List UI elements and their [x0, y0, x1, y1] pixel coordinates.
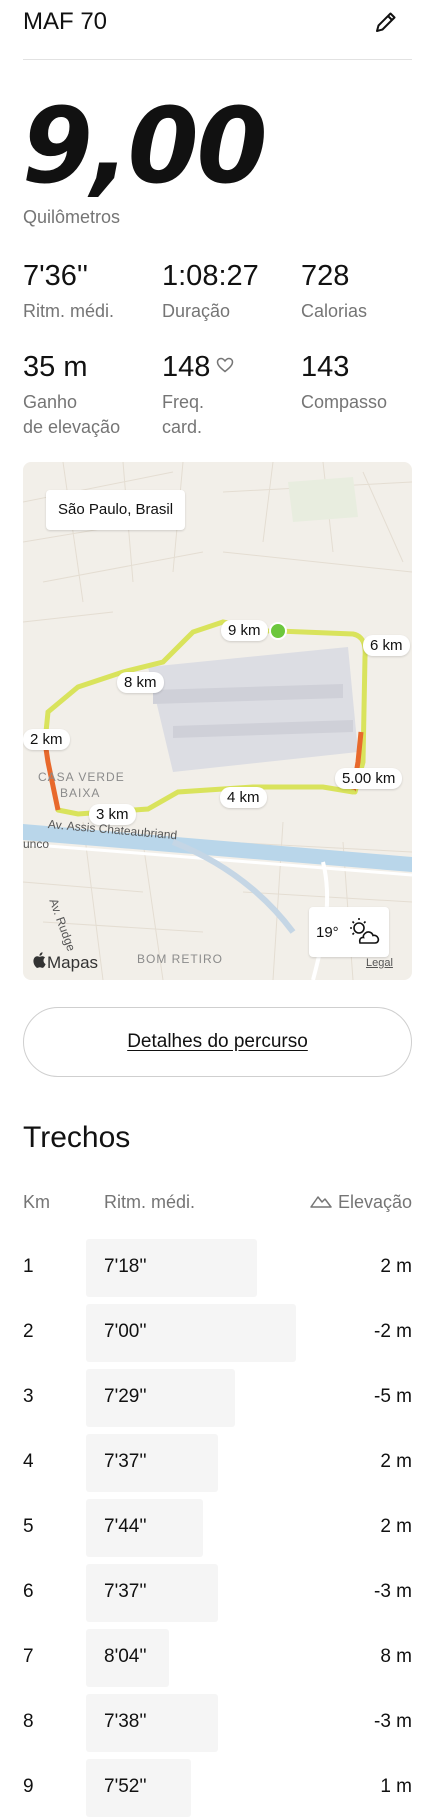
stat-label-line2: card. — [162, 417, 203, 437]
activity-title: MAF 70 — [23, 8, 108, 35]
split-elevation: 2 m — [380, 1256, 412, 1277]
apple-maps-logo: Mapas — [32, 952, 98, 973]
split-elevation: 2 m — [380, 1516, 412, 1537]
stat-duration: 1:08:27 Duração — [162, 262, 259, 324]
table-row[interactable]: 5 7'44'' 2 m — [0, 1499, 435, 1557]
split-pace: 7'37'' — [104, 1451, 147, 1472]
split-km: 3 — [23, 1386, 34, 1407]
table-row[interactable]: 4 7'37'' 2 m — [0, 1434, 435, 1492]
route-details-button[interactable]: Detalhes do percurso — [23, 1007, 412, 1077]
mountain-icon — [310, 1192, 332, 1213]
stat-calories: 728 Calorias — [301, 262, 367, 324]
stat-value: 143 — [301, 351, 350, 383]
split-pace: 7'29'' — [104, 1386, 147, 1407]
stat-label: Duração — [162, 301, 231, 321]
split-pace: 7'18'' — [104, 1256, 147, 1277]
edit-pencil-icon[interactable] — [372, 8, 400, 36]
map-marker-4km: 4 km — [220, 787, 267, 808]
map-marker-8km: 8 km — [117, 672, 164, 693]
split-pace: 7'37'' — [104, 1581, 147, 1602]
split-km: 8 — [23, 1711, 34, 1732]
distance-unit: Quilômetros — [23, 207, 121, 227]
weather-temp: 19° — [316, 924, 339, 941]
table-row[interactable]: 8 7'38'' -3 m — [0, 1694, 435, 1752]
stat-label-line2: de elevação — [23, 417, 121, 437]
col-elevation-header: Elevação — [310, 1192, 412, 1213]
map-brand: Mapas — [47, 952, 99, 972]
stat-label: Compasso — [301, 392, 388, 412]
table-row[interactable]: 1 7'18'' 2 m — [0, 1239, 435, 1297]
stat-label-line1: Freq. — [162, 392, 205, 412]
col-km-header: Km — [23, 1192, 50, 1212]
split-pace: 7'38'' — [104, 1711, 147, 1732]
stat-label: Ritm. médi. — [23, 301, 115, 321]
partly-cloudy-icon — [347, 917, 381, 952]
stat-value: 35 m — [23, 351, 88, 383]
heart-icon — [216, 357, 234, 378]
split-elevation: -3 m — [374, 1581, 412, 1602]
col-pace-header: Ritm. médi. — [104, 1192, 196, 1212]
splits-title: Trechos — [23, 1121, 131, 1154]
stat-value: 7'36'' — [23, 260, 88, 292]
stat-heart-rate: 148 Freq. card. — [162, 353, 234, 440]
map-canvas — [23, 462, 412, 980]
split-pace: 7'44'' — [104, 1516, 147, 1537]
map-street-label: unco — [23, 837, 50, 851]
stat-value: 728 — [301, 260, 350, 292]
map-location-label: São Paulo, Brasil — [46, 490, 186, 530]
apple-icon — [32, 952, 46, 973]
map-legal-link[interactable]: Legal — [366, 957, 393, 969]
stat-value: 148 — [162, 351, 211, 383]
split-km: 4 — [23, 1451, 34, 1472]
split-pace: 8'04'' — [104, 1646, 147, 1667]
split-elevation: -3 m — [374, 1711, 412, 1732]
stat-value: 1:08:27 — [162, 260, 259, 292]
route-map[interactable]: São Paulo, Brasil 9 km 6 km 8 km 2 km 5.… — [23, 462, 412, 980]
split-km: 2 — [23, 1321, 34, 1342]
table-row[interactable]: 2 7'00'' -2 m — [0, 1304, 435, 1362]
col-elevation-label: Elevação — [337, 1192, 412, 1212]
split-pace: 7'00'' — [104, 1321, 147, 1342]
table-row[interactable]: 9 7'52'' 1 m — [0, 1759, 435, 1817]
stat-avg-pace: 7'36'' Ritm. médi. — [23, 262, 114, 324]
table-row[interactable]: 3 7'29'' -5 m — [0, 1369, 435, 1427]
map-marker-2km: 2 km — [23, 729, 70, 750]
map-place-label: BOM RETIRO — [137, 952, 224, 966]
split-elevation: -5 m — [374, 1386, 412, 1407]
stat-elevation-gain: 35 m Ganho de elevação — [23, 353, 120, 440]
split-elevation: 1 m — [380, 1776, 412, 1797]
header-divider — [23, 59, 412, 60]
map-marker-6km: 6 km — [363, 635, 410, 656]
split-elevation: -2 m — [374, 1321, 412, 1342]
table-row[interactable]: 7 8'04'' 8 m — [0, 1629, 435, 1687]
split-km: 5 — [23, 1516, 34, 1537]
distance-value: 9,00 — [22, 85, 268, 207]
split-km: 6 — [23, 1581, 34, 1602]
split-elevation: 2 m — [380, 1451, 412, 1472]
map-weather-widget: 19° — [309, 907, 389, 957]
map-marker-9km: 9 km — [221, 620, 268, 641]
split-km: 1 — [23, 1256, 34, 1277]
split-km: 7 — [23, 1646, 34, 1667]
stat-label: Calorias — [301, 301, 368, 321]
map-marker-5km: 5.00 km — [335, 768, 403, 789]
map-place-label: BAIXA — [60, 786, 101, 800]
table-row[interactable]: 6 7'37'' -3 m — [0, 1564, 435, 1622]
split-elevation: 8 m — [380, 1646, 412, 1667]
stat-cadence: 143 Compasso — [301, 353, 387, 415]
stat-label-line1: Ganho — [23, 392, 78, 412]
split-km: 9 — [23, 1776, 34, 1797]
map-place-label: CASA VERDE — [38, 770, 125, 784]
split-pace: 7'52'' — [104, 1776, 147, 1797]
